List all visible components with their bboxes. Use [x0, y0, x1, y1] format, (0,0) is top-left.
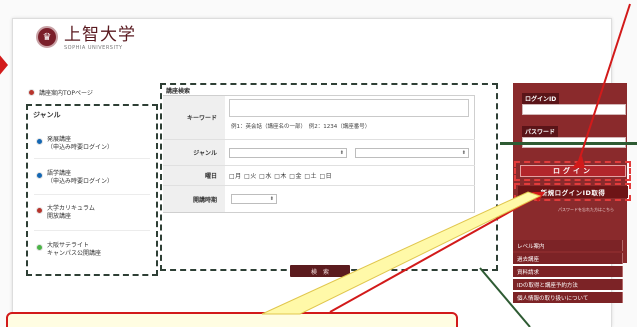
callout-bubble	[6, 312, 458, 327]
sidebar-item-curriculum[interactable]: 大学カリキュラム 開放講座	[36, 205, 146, 221]
sidebar-item-line2: 開放講座	[47, 213, 72, 220]
site-title: 上智大学	[64, 25, 136, 45]
sidebar-item-line1: 発展講座	[47, 136, 72, 143]
bullet-icon	[36, 244, 43, 251]
bullet-icon	[36, 138, 43, 145]
sidebar-item-line1: 大学カリキュラム	[47, 205, 95, 212]
period-select[interactable]: ⬍	[231, 194, 277, 204]
menu-item-privacy[interactable]: 個人情報の取り扱いについて	[513, 292, 623, 303]
period-row-body: ⬍	[225, 186, 475, 212]
keyword-row-body: 例1：英会話（講座名の一部） 例2：1234（講座番号）	[225, 96, 475, 139]
password-label: パスワード	[522, 126, 559, 137]
callout-arrow-left	[0, 53, 8, 77]
sidebar-item-label: 大阪サテライト キャンパス公開講座	[47, 242, 101, 258]
login-id-input[interactable]	[522, 104, 626, 115]
login-button[interactable]: ログイン	[520, 165, 626, 177]
genre-select-2[interactable]: ⬍	[355, 148, 469, 158]
keyword-label: キーワード	[163, 96, 225, 139]
search-button[interactable]: 検 索	[290, 265, 350, 277]
bullet-icon	[36, 207, 43, 214]
sidebar-item-label: 語学講座 （申込み時要ログイン）	[47, 170, 113, 186]
logo-text: 上智大学 SOPHIA UNIVERSITY	[64, 26, 136, 51]
genre-row-body: ⬍ ⬍	[225, 140, 475, 165]
keyword-input[interactable]	[229, 99, 469, 117]
search-heading: 講座検索	[166, 88, 191, 95]
register-id-button[interactable]: 新規ログインID取得	[518, 186, 628, 198]
genre-heading: ジャンル	[33, 111, 61, 119]
sidebar-item-line1: 大阪サテライト	[47, 242, 90, 249]
weekday-row: 曜日 □月 □火 □水 □木 □金 □土 □日	[163, 166, 475, 186]
menu-item-level[interactable]: レベル案内	[513, 240, 623, 251]
site-subtitle: SOPHIA UNIVERSITY	[64, 45, 123, 51]
divider	[34, 230, 150, 231]
sidebar-item-label: 大学カリキュラム 開放講座	[47, 205, 95, 221]
top-page-link-label: 講座案内TOPページ	[39, 89, 93, 97]
bullet-icon	[36, 172, 43, 179]
top-page-link[interactable]: 講座案内TOPページ	[28, 84, 156, 100]
menu-item-past[interactable]: 過去講座	[513, 253, 623, 264]
login-id-label: ログインID	[522, 93, 560, 104]
keyword-hint: 例1：英会話（講座名の一部） 例2：1234（講座番号）	[231, 124, 371, 130]
page: ♛ 上智大学 SOPHIA UNIVERSITY 講座案内TOPページ ジャンル…	[0, 0, 637, 327]
bullet-icon	[28, 88, 35, 96]
sidebar-item-label: 発展講座 （申込み時要ログイン）	[47, 136, 113, 152]
university-seal-icon: ♛	[36, 26, 58, 48]
chevron-down-icon: ⬍	[269, 196, 274, 202]
connector-line	[500, 142, 637, 145]
genre-row: ジャンル ⬍ ⬍	[163, 140, 475, 166]
genre-label: ジャンル	[163, 140, 225, 165]
weekday-row-body: □月 □火 □水 □木 □金 □土 □日	[225, 166, 475, 185]
sidebar-item-language[interactable]: 語学講座 （申込み時要ログイン）	[36, 170, 146, 186]
divider	[34, 194, 150, 195]
sidebar-item-line2: キャンパス公開講座	[47, 250, 102, 257]
genre-select-1[interactable]: ⬍	[229, 148, 347, 158]
sidebar-item-advanced[interactable]: 発展講座 （申込み時要ログイン）	[36, 136, 146, 152]
sidebar-item-line2: （申込み時要ログイン）	[47, 144, 114, 151]
menu-item-brochure[interactable]: 資料請求	[513, 266, 623, 277]
forgot-password-link[interactable]: パスワードを忘れた方はこちら	[558, 207, 614, 213]
weekday-checkboxes[interactable]: □月 □火 □水 □木 □金 □土 □日	[229, 171, 332, 180]
period-label: 開講時期	[163, 186, 225, 212]
sidebar-item-osaka[interactable]: 大阪サテライト キャンパス公開講座	[36, 242, 146, 258]
chevron-down-icon: ⬍	[461, 150, 466, 156]
menu-item-id-guide[interactable]: IDの取得と講座予約方法	[513, 279, 623, 290]
weekday-label: 曜日	[163, 166, 225, 185]
chevron-down-icon: ⬍	[339, 150, 344, 156]
divider	[34, 158, 150, 159]
period-row: 開講時期 ⬍	[163, 186, 475, 212]
sidebar-item-line1: 語学講座	[47, 170, 72, 177]
site-header[interactable]: ♛ 上智大学 SOPHIA UNIVERSITY	[36, 26, 136, 51]
keyword-row: キーワード 例1：英会話（講座名の一部） 例2：1234（講座番号）	[163, 96, 475, 140]
sidebar-item-line2: （申込み時要ログイン）	[47, 178, 114, 185]
